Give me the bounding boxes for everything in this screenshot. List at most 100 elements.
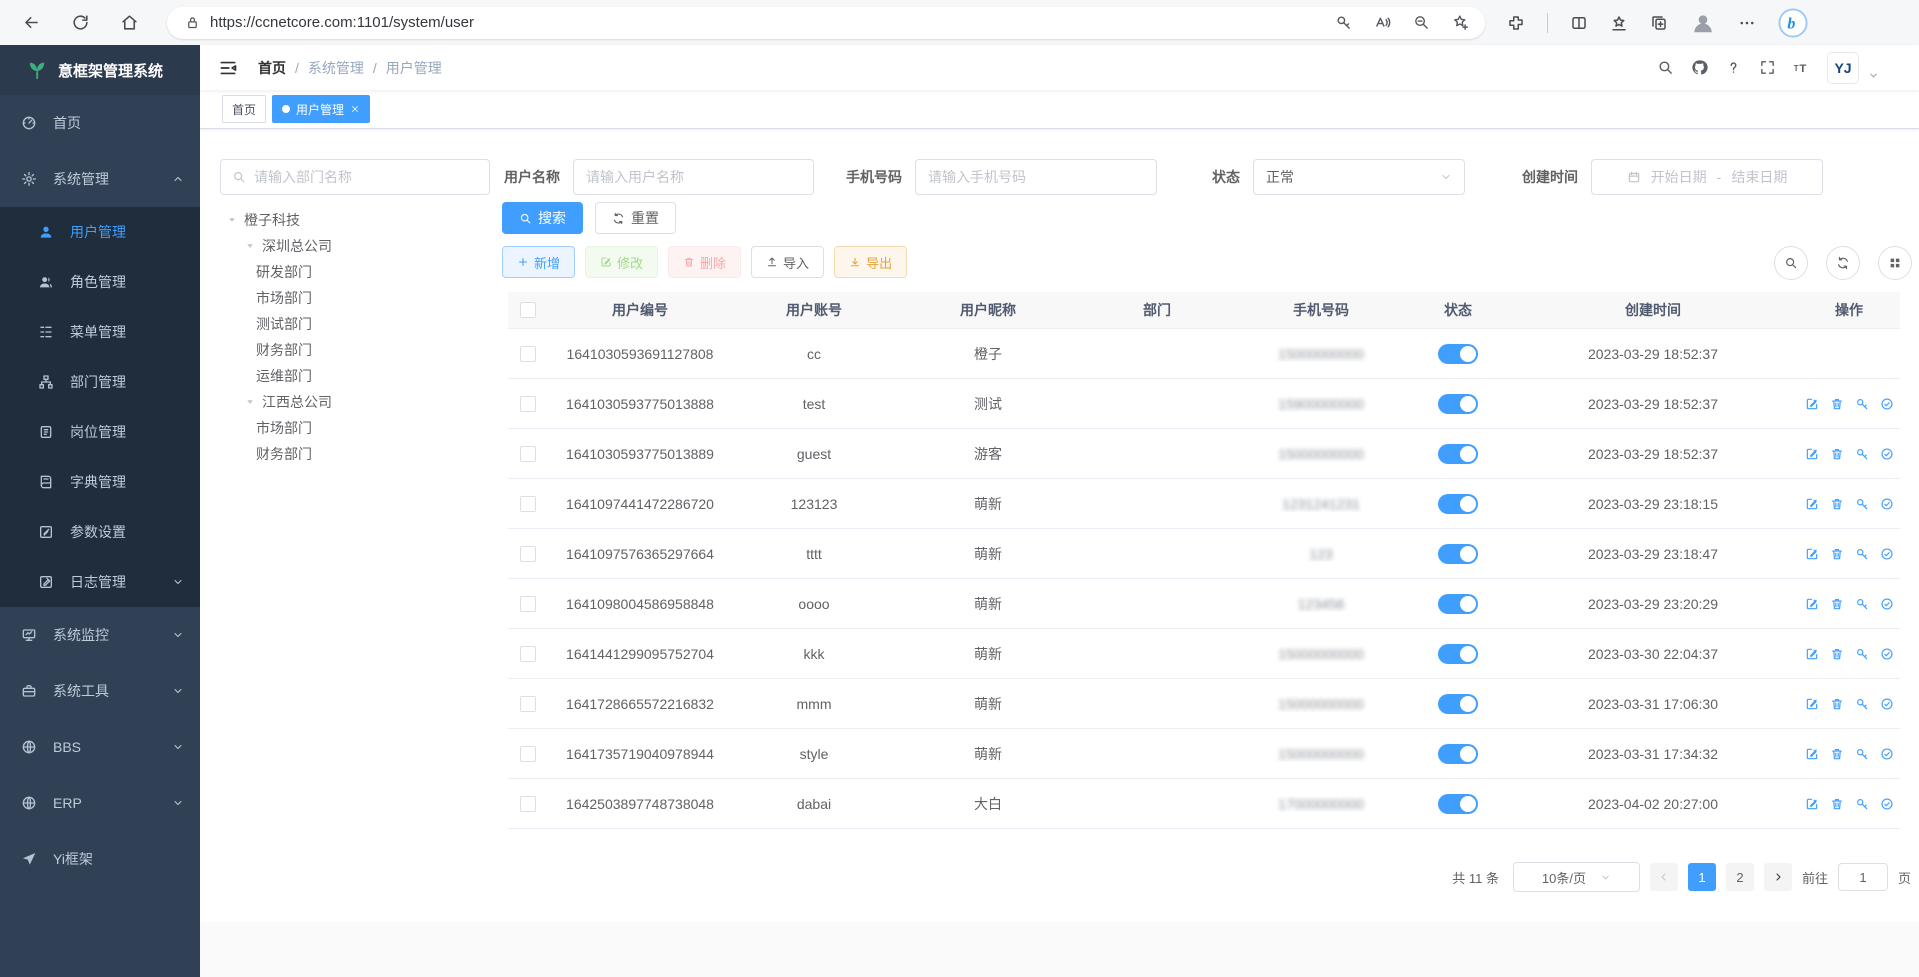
status-toggle[interactable] (1438, 494, 1478, 514)
expand-caret-icon[interactable] (238, 240, 262, 252)
tree-node[interactable]: 市场部门 (220, 285, 500, 311)
help-icon[interactable] (1725, 59, 1742, 76)
export-button[interactable]: 导出 (834, 246, 907, 278)
delete-icon[interactable] (1830, 397, 1844, 411)
page-size-select[interactable]: 10条/页 (1513, 862, 1640, 892)
tree-node[interactable]: 财务部门 (220, 441, 500, 467)
sidebar-item[interactable]: 岗位管理 (0, 407, 200, 457)
row-checkbox[interactable] (520, 346, 536, 362)
expand-caret-icon[interactable] (238, 396, 262, 408)
app-logo[interactable]: 意框架管理系统 (0, 45, 200, 95)
tree-node[interactable]: 财务部门 (220, 337, 500, 363)
user-avatar[interactable]: YJ (1827, 52, 1859, 84)
sidebar-item[interactable]: 字典管理 (0, 457, 200, 507)
tree-node[interactable]: 江西总公司 (220, 389, 500, 415)
url-text[interactable]: https://ccnetcore.com:1101/system/user (210, 14, 1335, 31)
reset-password-key-icon[interactable] (1855, 697, 1869, 711)
sidebar-item[interactable]: 菜单管理 (0, 307, 200, 357)
status-toggle[interactable] (1438, 444, 1478, 464)
split-screen-icon[interactable] (1570, 14, 1588, 32)
breadcrumb-system[interactable]: 系统管理 (308, 58, 364, 78)
sidebar-item[interactable]: ERP (0, 775, 200, 831)
row-checkbox[interactable] (520, 396, 536, 412)
assign-check-icon[interactable] (1880, 647, 1894, 661)
tree-node[interactable]: 市场部门 (220, 415, 500, 441)
goto-page-input[interactable]: 1 (1838, 863, 1888, 891)
edit-icon[interactable] (1805, 547, 1819, 561)
sidebar-item[interactable]: 首页 (0, 95, 200, 151)
assign-check-icon[interactable] (1880, 597, 1894, 611)
tab[interactable]: 首页 (222, 95, 266, 123)
zoom-out-icon[interactable] (1413, 14, 1430, 31)
edit-button[interactable]: 修改 (585, 246, 658, 278)
github-icon[interactable] (1691, 59, 1708, 76)
reset-password-key-icon[interactable] (1855, 547, 1869, 561)
sidebar-item[interactable]: 参数设置 (0, 507, 200, 557)
favorites-bar-icon[interactable] (1610, 14, 1628, 32)
reset-password-key-icon[interactable] (1855, 497, 1869, 511)
page-number[interactable]: 1 (1688, 863, 1716, 891)
fullscreen-icon[interactable] (1759, 59, 1776, 76)
delete-icon[interactable] (1830, 597, 1844, 611)
delete-button[interactable]: 删除 (668, 246, 741, 278)
status-toggle[interactable] (1438, 344, 1478, 364)
next-page-button[interactable] (1764, 863, 1792, 891)
status-toggle[interactable] (1438, 744, 1478, 764)
edit-icon[interactable] (1805, 497, 1819, 511)
sidebar-item[interactable]: 用户管理 (0, 207, 200, 257)
status-toggle[interactable] (1438, 594, 1478, 614)
avatar-caret-icon[interactable] (1868, 70, 1879, 81)
assign-check-icon[interactable] (1880, 747, 1894, 761)
reset-password-key-icon[interactable] (1855, 797, 1869, 811)
sidebar-item[interactable]: BBS (0, 719, 200, 775)
reset-password-key-icon[interactable] (1855, 597, 1869, 611)
assign-check-icon[interactable] (1880, 697, 1894, 711)
breadcrumb-home[interactable]: 首页 (258, 58, 286, 78)
sidebar-item[interactable]: 系统工具 (0, 663, 200, 719)
search-icon[interactable] (1657, 59, 1674, 76)
tree-node[interactable]: 橙子科技 (220, 207, 500, 233)
sidebar-item[interactable]: 角色管理 (0, 257, 200, 307)
row-checkbox[interactable] (520, 596, 536, 612)
row-checkbox[interactable] (520, 746, 536, 762)
more-options-icon[interactable] (1738, 14, 1756, 32)
extensions-icon[interactable] (1507, 14, 1525, 32)
home-icon[interactable] (120, 13, 139, 32)
collections-icon[interactable] (1650, 14, 1668, 32)
add-button[interactable]: 新增 (502, 246, 575, 278)
read-aloud-icon[interactable] (1374, 14, 1391, 31)
tree-node[interactable]: 深圳总公司 (220, 233, 500, 259)
assign-check-icon[interactable] (1880, 547, 1894, 561)
date-range-picker[interactable]: 开始日期 - 结束日期 (1591, 159, 1823, 195)
delete-icon[interactable] (1830, 497, 1844, 511)
reset-password-key-icon[interactable] (1855, 397, 1869, 411)
edit-icon[interactable] (1805, 447, 1819, 461)
status-toggle[interactable] (1438, 644, 1478, 664)
column-grid-icon[interactable] (1878, 246, 1912, 280)
search-button[interactable]: 搜索 (502, 202, 583, 234)
sidebar-item[interactable]: Yi框架 (0, 831, 200, 887)
row-checkbox[interactable] (520, 546, 536, 562)
font-size-icon[interactable]: TT (1793, 59, 1810, 76)
phone-input[interactable]: 请输入手机号码 (915, 159, 1157, 195)
status-toggle[interactable] (1438, 794, 1478, 814)
page-number[interactable]: 2 (1726, 863, 1754, 891)
row-checkbox[interactable] (520, 646, 536, 662)
sidebar-item[interactable]: 日志管理 (0, 557, 200, 607)
assign-check-icon[interactable] (1880, 447, 1894, 461)
tree-node[interactable]: 运维部门 (220, 363, 500, 389)
collapse-sidebar-icon[interactable] (218, 58, 238, 78)
reset-password-key-icon[interactable] (1855, 447, 1869, 461)
refresh-icon[interactable] (1826, 246, 1860, 280)
delete-icon[interactable] (1830, 447, 1844, 461)
status-select[interactable]: 正常 (1253, 159, 1465, 195)
edit-icon[interactable] (1805, 697, 1819, 711)
edit-icon[interactable] (1805, 797, 1819, 811)
back-icon[interactable] (22, 13, 41, 32)
import-button[interactable]: 导入 (751, 246, 824, 278)
edit-icon[interactable] (1805, 597, 1819, 611)
reset-button[interactable]: 重置 (595, 202, 676, 234)
select-all-checkbox[interactable] (520, 302, 536, 318)
status-toggle[interactable] (1438, 544, 1478, 564)
assign-check-icon[interactable] (1880, 397, 1894, 411)
